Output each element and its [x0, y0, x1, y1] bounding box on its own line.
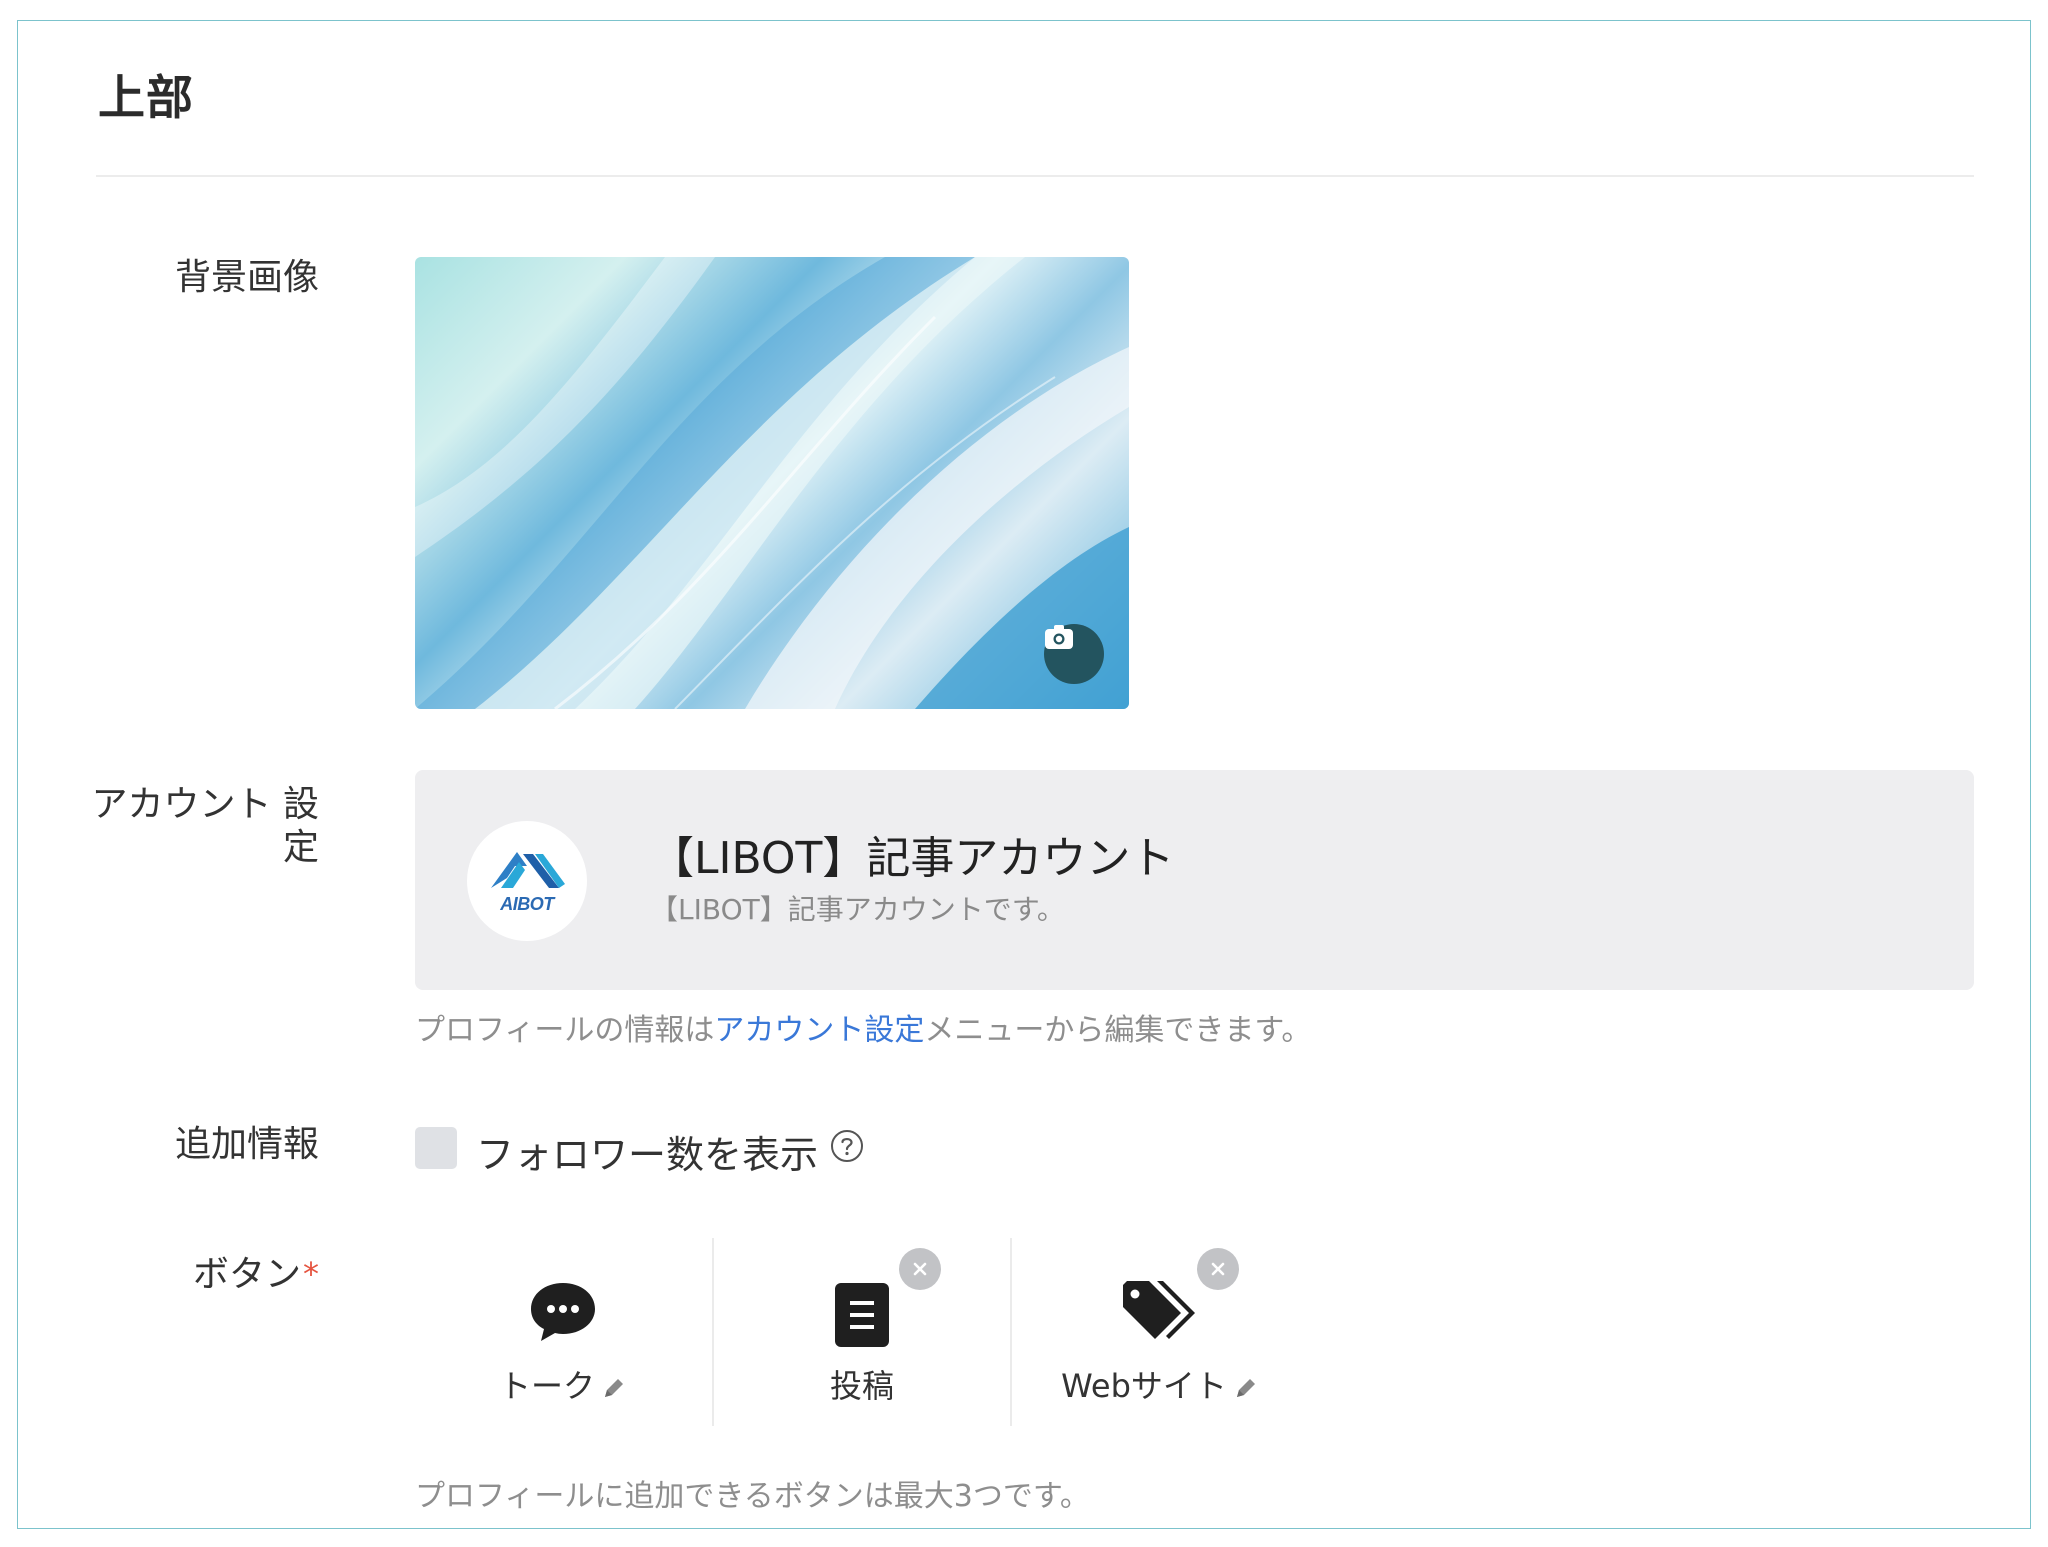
post-label: 投稿 — [829, 1367, 894, 1405]
aibot-logo-icon — [491, 851, 565, 888]
button-item-label: 投稿 — [714, 1361, 1010, 1407]
account-settings-link[interactable]: アカウント設定 — [714, 1013, 924, 1048]
divider — [96, 175, 1974, 177]
chat-bubble-icon — [531, 1283, 595, 1341]
change-background-button[interactable] — [1044, 624, 1104, 684]
website-label: Webサイト — [1061, 1367, 1227, 1405]
background-image-art — [415, 257, 1129, 709]
account-card: AIBOT 【LIBOT】記事アカウント 【LIBOT】記事アカウントです。 — [415, 770, 1974, 990]
background-image-label: 背景画像 — [174, 257, 319, 298]
button-item-label: トーク — [415, 1361, 711, 1407]
section-title: 上部 — [98, 71, 194, 126]
button-item-label: Webサイト — [1012, 1361, 1308, 1407]
camera-icon — [1045, 625, 1073, 649]
background-image[interactable] — [415, 257, 1129, 709]
tag-icon — [1123, 1281, 1195, 1339]
buttons-label: ボタン* — [19, 1253, 319, 1296]
help-icon[interactable] — [830, 1129, 864, 1163]
profile-top-panel: 上部 背景画像 アカウント 設 定 AIBOT 【LIBOT】記事アカウント 【… — [17, 20, 2031, 1529]
remove-post-button[interactable] — [899, 1248, 941, 1290]
account-label-line2: 定 — [282, 827, 319, 868]
button-item-website[interactable]: Webサイト — [1012, 1238, 1308, 1426]
button-item-talk[interactable]: トーク — [415, 1238, 711, 1426]
account-label-line1: アカウント 設 — [91, 784, 319, 825]
avatar: AIBOT — [467, 821, 587, 941]
additional-info-label: 追加情報 — [174, 1124, 319, 1165]
buttons-label-text: ボタン — [192, 1254, 301, 1295]
document-icon — [835, 1283, 889, 1347]
button-item-post[interactable]: 投稿 — [714, 1238, 1010, 1426]
account-label: アカウント 設 定 — [19, 783, 319, 869]
pencil-icon[interactable] — [1233, 1375, 1259, 1401]
talk-label: トーク — [498, 1367, 595, 1405]
close-icon — [913, 1262, 927, 1276]
follower-count-label[interactable]: フォロワー数を表示 — [476, 1124, 818, 1179]
close-icon — [1211, 1262, 1225, 1276]
follower-count-checkbox[interactable] — [415, 1127, 457, 1169]
account-name: 【LIBOT】記事アカウント — [650, 833, 1175, 884]
pencil-icon[interactable] — [601, 1375, 627, 1401]
buttons-help-text: プロフィールに追加できるボタンは最大3つです。 — [415, 1479, 1090, 1514]
help-prefix: プロフィールの情報は — [415, 1013, 715, 1048]
account-description: 【LIBOT】記事アカウントです。 — [650, 893, 1065, 926]
remove-website-button[interactable] — [1197, 1248, 1239, 1290]
required-mark: * — [303, 1255, 319, 1293]
account-help-text: プロフィールの情報はアカウント設定メニューから編集できます。 — [415, 1005, 1311, 1049]
avatar-text: AIBOT — [500, 893, 554, 914]
help-suffix: メニューから編集できます。 — [924, 1013, 1312, 1048]
